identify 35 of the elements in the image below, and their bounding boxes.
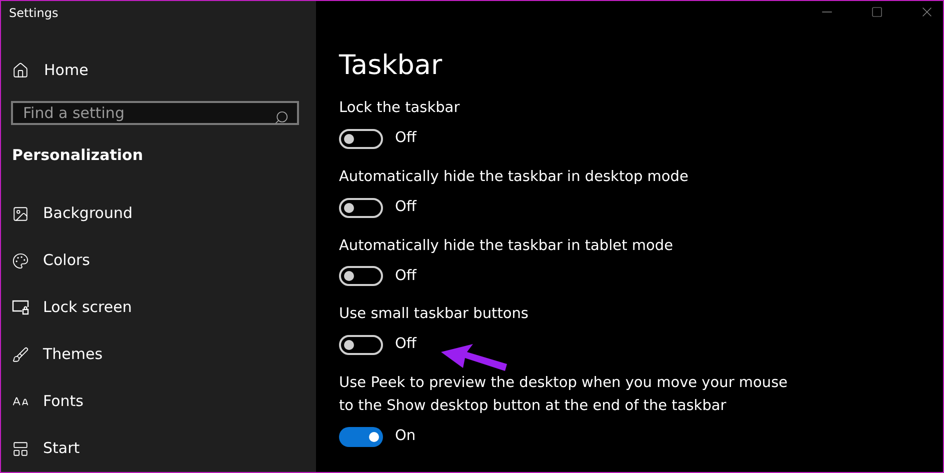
page-title: Taskbar: [339, 49, 442, 83]
toggle-status: Off: [395, 129, 416, 148]
annotation-arrow: [439, 344, 509, 374]
home-link[interactable]: Home: [12, 59, 88, 82]
toggle-switch[interactable]: [339, 198, 383, 218]
nav-item[interactable]: Lock screen: [1, 284, 132, 331]
nav-item[interactable]: Colors: [1, 237, 90, 284]
search-icon: [274, 110, 289, 124]
maximize-icon[interactable]: [871, 6, 883, 18]
section-heading: Personalization: [12, 144, 144, 166]
toggle-status: Off: [395, 266, 416, 286]
toggle-switch[interactable]: [339, 266, 383, 286]
tiles-icon: [12, 440, 29, 458]
toggle-status: Off: [395, 335, 416, 354]
palette-icon: [12, 252, 29, 270]
nav-item[interactable]: Themes: [1, 331, 103, 378]
nav-item[interactable]: Start: [1, 425, 80, 472]
toggle-switch[interactable]: [339, 426, 383, 447]
search-field[interactable]: Find a setting: [11, 100, 299, 124]
nav-item[interactable]: Fonts: [1, 378, 84, 425]
nav-item[interactable]: Background: [1, 190, 132, 237]
toggle-status: On: [395, 427, 416, 446]
toggle-switch[interactable]: [339, 335, 383, 356]
setting-label: Automatically hide the taskbar in desktop mode: [339, 168, 690, 187]
setting-label: Lock the taskbar: [339, 99, 461, 118]
toggle-switch[interactable]: [339, 128, 383, 149]
window-title: Settings: [9, 5, 58, 21]
brush-icon: [12, 346, 29, 364]
setting-label: Use Peek to preview the desktop when you move your mouse to the Show desktop button at the end of the taskbar: [339, 374, 789, 416]
image-icon: [12, 204, 29, 222]
setting-label: Automatically hide the taskbar in tablet mode: [339, 236, 674, 256]
home-icon: [12, 62, 29, 79]
toggle-status: Off: [395, 198, 416, 217]
screen-lock-icon: [12, 300, 29, 315]
setting-label: Use small taskbar buttons: [339, 305, 530, 324]
